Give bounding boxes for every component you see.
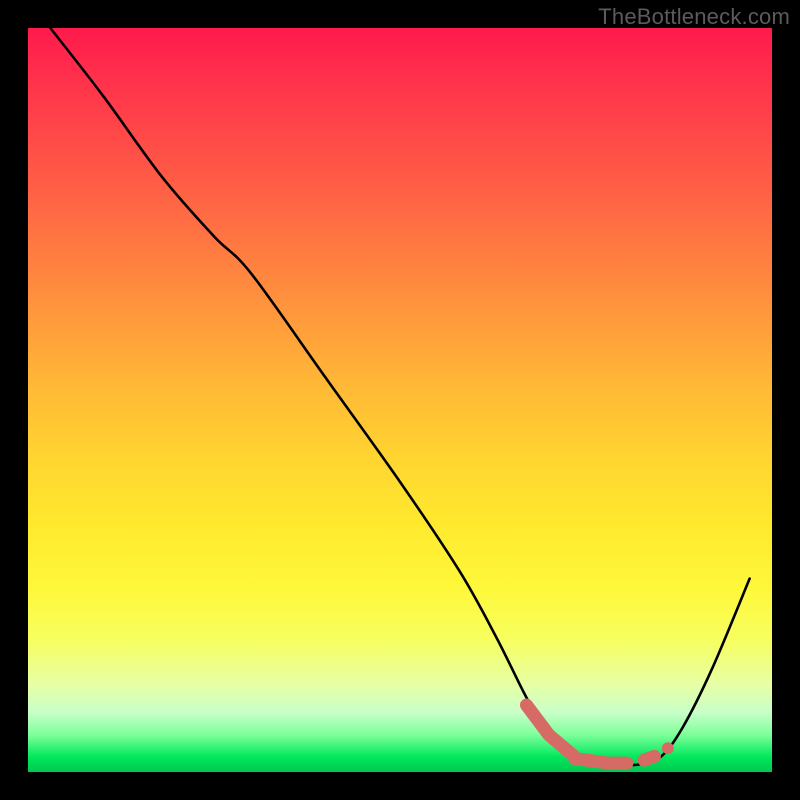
chart-svg	[28, 28, 772, 772]
highlight-segment	[526, 705, 573, 756]
chart-area	[28, 28, 772, 772]
watermark-label: TheBottleneck.com	[598, 4, 790, 30]
highlight-segment-group	[526, 705, 654, 763]
highlight-segment	[644, 756, 654, 760]
highlight-segment	[575, 759, 627, 763]
highlight-dot	[662, 742, 674, 754]
bottleneck-curve-path	[50, 28, 749, 765]
